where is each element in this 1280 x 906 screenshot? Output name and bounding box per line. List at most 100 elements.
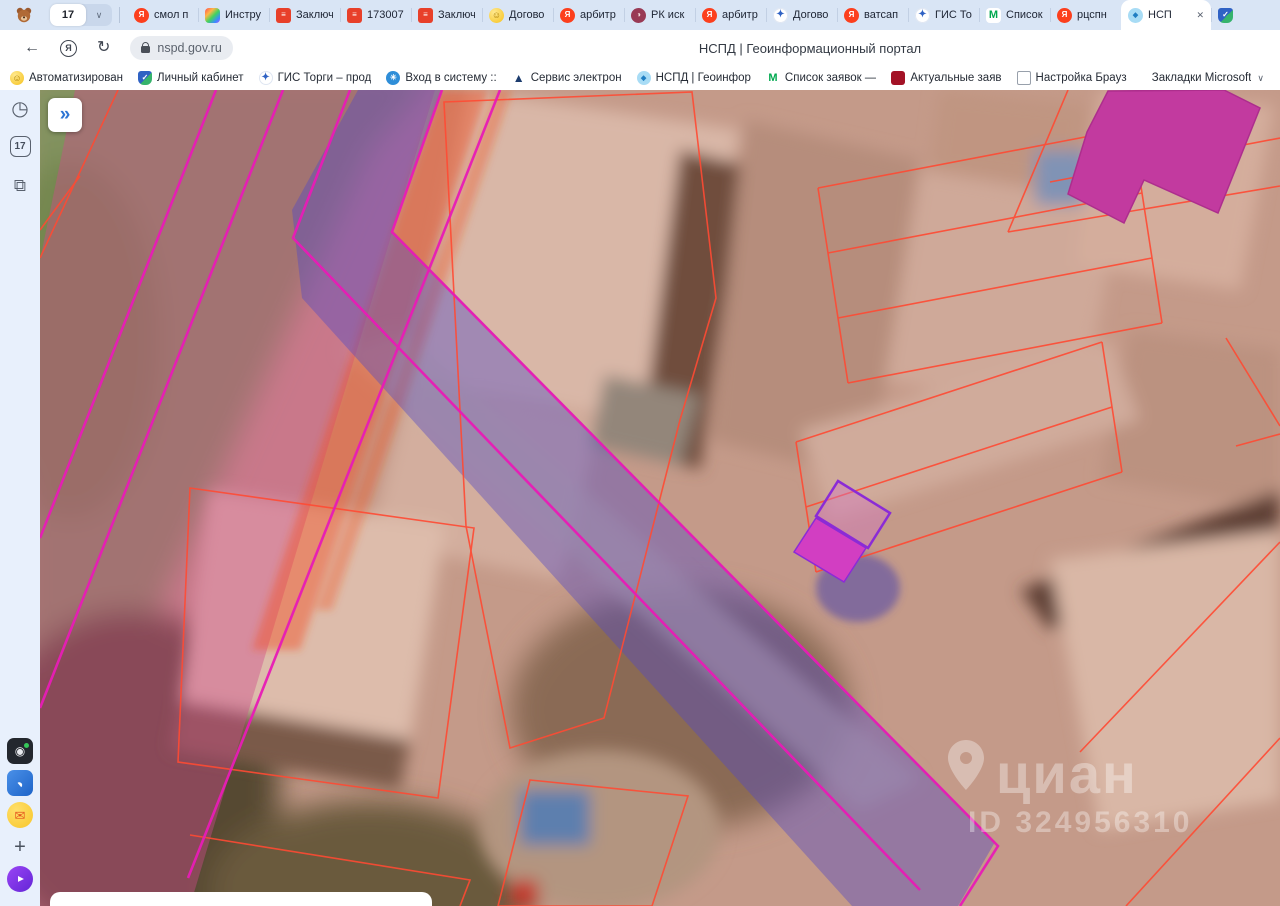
- bookmark-label: Настройка Брауз: [1035, 72, 1127, 84]
- watermark-id: ID 324956310: [968, 806, 1193, 839]
- add-panel-icon[interactable]: +: [7, 834, 33, 860]
- screenshot-icon[interactable]: ⧉: [7, 172, 33, 198]
- browser-toolbar: ← Я ↻ nspd.gov.ru НСПД | Геоинформационн…: [0, 30, 1280, 66]
- tab[interactable]: ✓: [1211, 0, 1249, 30]
- doc-red-favicon: ≡: [418, 7, 433, 23]
- bookmark-item[interactable]: ✓ Личный кабинет: [138, 71, 244, 85]
- nspd-blue-favicon: ◆: [636, 71, 651, 85]
- yandex-home-icon[interactable]: Я: [60, 39, 77, 57]
- circle-darkred-favicon: ◑: [631, 7, 646, 23]
- tab-label: ГИС То: [935, 9, 972, 21]
- bookmark-item[interactable]: ▲ Сервис электрон: [512, 71, 622, 85]
- circle-yellow-favicon: ☺: [10, 71, 24, 85]
- address-bar[interactable]: nspd.gov.ru: [130, 36, 233, 60]
- shield-teal-favicon: ✓: [1218, 7, 1233, 23]
- tab[interactable]: Инстру: [198, 0, 269, 30]
- tab-label: Догово: [793, 9, 829, 21]
- map-bottom-panel[interactable]: [50, 892, 432, 906]
- tab[interactable]: M Список: [979, 0, 1050, 30]
- tab-label: РК иск: [651, 9, 685, 21]
- bookmarks-bar: ☺ Автоматизирован ✓ Личный кабинет ✦ ГИС Торг…: [0, 66, 1280, 90]
- tab-label: Список: [1006, 9, 1043, 21]
- tab-counter-badge[interactable]: 17: [50, 4, 86, 26]
- bookmarks-folder-label: Закладки Microsoft: [1151, 72, 1252, 84]
- bookmark-item[interactable]: M Список заявок —: [765, 71, 876, 85]
- tab[interactable]: Ярцспн: [1050, 0, 1121, 30]
- bookmark-label: Сервис электрон: [530, 72, 622, 84]
- bookmark-item[interactable]: ☺ Автоматизирован: [10, 71, 123, 85]
- expand-panel-button[interactable]: »: [48, 98, 82, 132]
- yandex-red-favicon: Я: [1057, 7, 1072, 23]
- emblem-blue-favicon: ✦: [915, 7, 930, 23]
- bookmark-item[interactable]: ✳ Вход в систему ::: [386, 71, 497, 85]
- tab-strip: Ясмол п Инстру ≡ Заключ ≡ 1730074 ≡ Заключ ☺ Дого…: [127, 0, 1280, 30]
- alice-assistant-icon[interactable]: ▲: [7, 866, 33, 892]
- tab-label: ватсап: [864, 9, 899, 21]
- page-gray-favicon: [1016, 71, 1031, 85]
- tab[interactable]: Яарбитр: [695, 0, 766, 30]
- tab[interactable]: ✦ ГИС То: [908, 0, 979, 30]
- tab[interactable]: ≡ Заключ: [269, 0, 340, 30]
- bookmark-item[interactable]: Настройка Брауз: [1016, 71, 1127, 85]
- shield-teal-favicon: ✓: [138, 71, 153, 85]
- globe-blue-favicon: ✳: [386, 71, 401, 85]
- doc-red-favicon: ≡: [276, 7, 291, 23]
- tab[interactable]: Яарбитр: [553, 0, 624, 30]
- yandex-mail-app-icon[interactable]: ✉: [7, 802, 33, 828]
- circle-yellow-favicon: ☺: [489, 7, 504, 23]
- tab-label: Инстру: [225, 9, 262, 21]
- emblem-blue-favicon: ✦: [773, 7, 788, 23]
- divider: [119, 7, 120, 23]
- tab[interactable]: ☺ Догово: [482, 0, 553, 30]
- bookmark-label: Автоматизирован: [29, 72, 124, 84]
- m-green-favicon: M: [986, 7, 1001, 23]
- back-icon[interactable]: ←: [24, 40, 40, 56]
- tab-label: Заключ: [296, 9, 333, 21]
- yandex-red-favicon: Я: [134, 7, 149, 23]
- bookmark-item[interactable]: ✦ ГИС Торги – прод: [258, 71, 372, 85]
- reload-icon[interactable]: ↻: [97, 40, 110, 56]
- tab[interactable]: ◑ РК иск: [624, 0, 695, 30]
- bookmark-label: Актуальные заяв: [910, 72, 1002, 84]
- bookmark-items: ☺ Автоматизирован ✓ Личный кабинет ✦ ГИС Торг…: [10, 71, 1127, 85]
- yandex-red-favicon: Я: [702, 7, 717, 23]
- bookmark-label: НСПД | Геоинфор: [655, 72, 751, 84]
- tab-active[interactable]: ◆ НСП ✕: [1121, 0, 1211, 30]
- tab-label: НСП: [1148, 9, 1172, 21]
- tab-label: арбитр: [722, 9, 758, 21]
- chevron-down-icon[interactable]: ∨: [86, 10, 112, 21]
- tab-counter-group[interactable]: 17 ∨: [50, 4, 112, 26]
- tab[interactable]: Яватсап: [837, 0, 908, 30]
- tab-label: 1730074: [367, 9, 404, 21]
- bookmark-item[interactable]: ◆ НСПД | Геоинфор: [636, 71, 751, 85]
- tab[interactable]: ≡ Заключ: [411, 0, 482, 30]
- tab-label: смол п: [154, 9, 189, 21]
- tab-close-icon[interactable]: ✕: [1196, 10, 1204, 21]
- browser-tab-bar: 17 ∨ Ясмол п Инстру ≡ Заключ ≡ 1730074 ≡ Заключ…: [0, 0, 1280, 30]
- bookmark-item[interactable]: Актуальные заяв: [891, 71, 1002, 85]
- map-canvas[interactable]: циан ID 324956310: [40, 90, 1280, 906]
- history-icon[interactable]: ◷: [7, 96, 33, 122]
- tab-label: рцспн: [1077, 9, 1107, 21]
- doc-red-favicon: ≡: [347, 7, 362, 23]
- emblem-blue-favicon: ✦: [258, 71, 273, 85]
- map-viewport[interactable]: циан ID 324956310 »: [40, 90, 1280, 906]
- m-green-favicon: M: [765, 71, 780, 85]
- tab[interactable]: ≡ 1730074: [340, 0, 411, 30]
- tab-label: Догово: [509, 9, 545, 21]
- bookmark-label: ГИС Торги – прод: [277, 72, 372, 84]
- tab[interactable]: ✦ Догово: [766, 0, 837, 30]
- lock-icon[interactable]: [141, 42, 151, 53]
- url-text[interactable]: nspd.gov.ru: [157, 41, 221, 55]
- tabs-panel-icon[interactable]: 17: [9, 136, 31, 157]
- yandex-browser-menu-icon[interactable]: [14, 5, 34, 25]
- recorder-app-icon[interactable]: ◉: [7, 738, 33, 764]
- tab[interactable]: Ясмол п: [127, 0, 198, 30]
- bookmarks-folder[interactable]: Закладки Microsoft ∨: [1152, 72, 1264, 84]
- browser-side-panel: ◷ 17 ⧉ ◉ ◗ ✉ + ▲: [0, 90, 40, 906]
- bookmark-label: Личный кабинет: [157, 72, 244, 84]
- yandex-browser-app-icon[interactable]: ◗: [7, 770, 33, 796]
- bookmark-label: Вход в систему ::: [405, 72, 497, 84]
- page-title: НСПД | Геоинформационный портал: [698, 40, 922, 56]
- yandex-red-favicon: Я: [844, 7, 859, 23]
